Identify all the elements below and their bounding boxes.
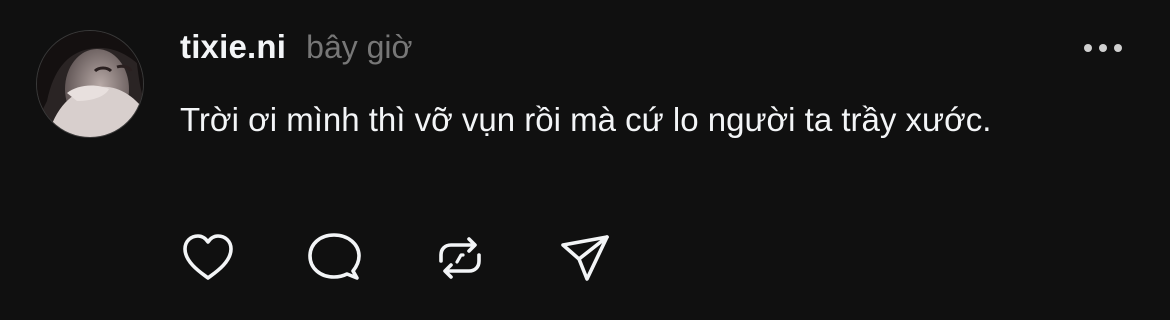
post-text: Trời ơi mình thì vỡ vụn rồi mà cứ lo ngư… (180, 101, 992, 138)
username[interactable]: tixie.ni (180, 28, 286, 66)
comment-bubble-icon (308, 233, 361, 280)
avatar-photo (37, 31, 143, 137)
avatar[interactable] (36, 30, 144, 138)
timestamp: bây giờ (306, 29, 413, 65)
ellipsis-horizontal-icon (1084, 44, 1122, 52)
comment-button[interactable] (306, 230, 362, 286)
post-header: tixie.ni bây giờ (180, 28, 413, 68)
post-actions (180, 230, 614, 286)
repost-icon (439, 237, 481, 279)
more-options-button[interactable] (1080, 36, 1126, 60)
share-button[interactable] (558, 230, 614, 286)
thread-post: tixie.ni bây giờ Trời ơi mình thì vỡ vụn… (0, 0, 1170, 320)
like-button[interactable] (180, 230, 236, 286)
send-icon (561, 235, 609, 281)
repost-button[interactable] (432, 230, 488, 286)
heart-icon (183, 234, 233, 280)
